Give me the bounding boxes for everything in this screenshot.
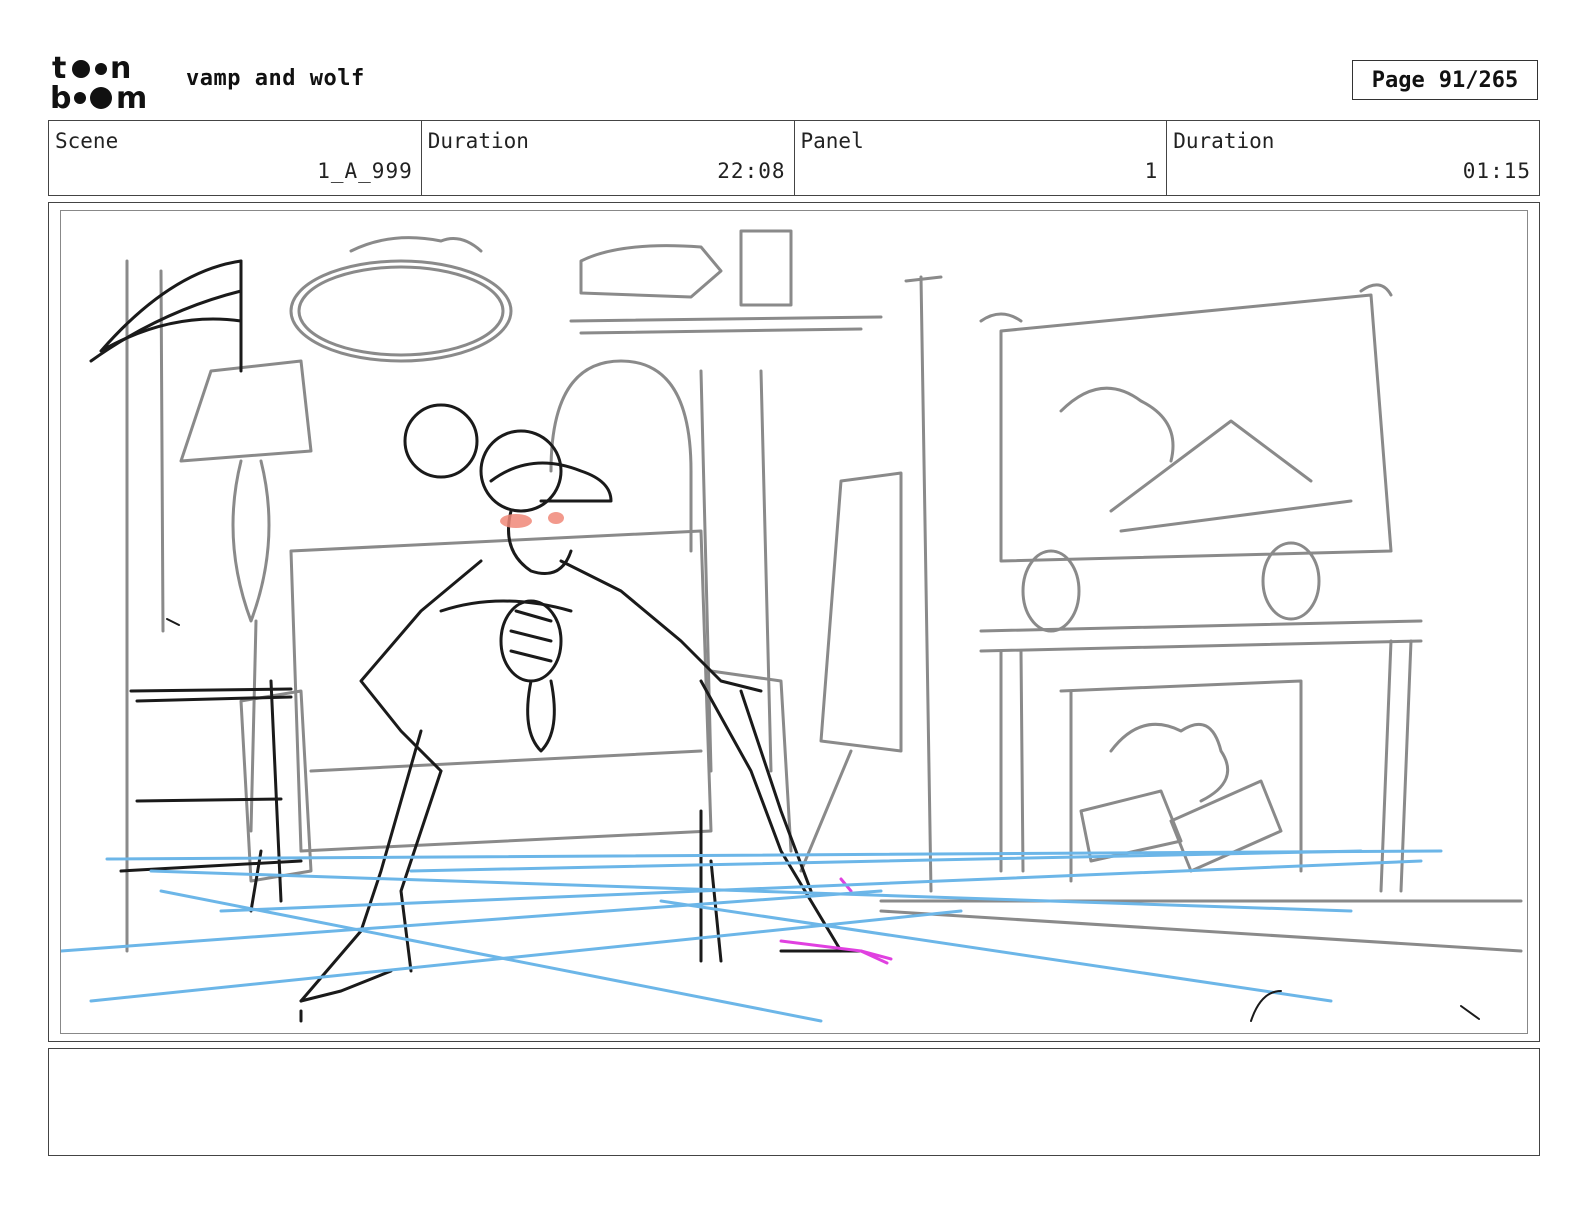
scene-value: 1_A_999 xyxy=(317,159,413,183)
panel-duration-label: Duration xyxy=(1173,129,1275,153)
scene-cell: Scene 1_A_999 xyxy=(49,121,422,195)
panel-notes xyxy=(48,1048,1540,1156)
svg-text:m: m xyxy=(116,81,147,112)
panel-duration-value: 01:15 xyxy=(1462,159,1531,183)
toonboom-logo: t n b m xyxy=(50,50,166,116)
panel-label: Panel xyxy=(800,129,864,153)
scene-duration-value: 22:08 xyxy=(717,159,786,183)
page-label: Page xyxy=(1371,67,1425,93)
scene-duration-label: Duration xyxy=(427,129,529,153)
page-indicator: Page 91/265 xyxy=(1352,60,1538,100)
panel-value: 1 xyxy=(1144,159,1159,183)
svg-text:b: b xyxy=(50,81,71,112)
scene-label: Scene xyxy=(55,129,119,153)
panel-duration-cell: Duration 01:15 xyxy=(1167,121,1539,195)
panel-cell: Panel 1 xyxy=(795,121,1168,195)
scene-info-table: Scene 1_A_999 Duration 22:08 Panel 1 Dur… xyxy=(48,120,1540,196)
page-value: 91/265 xyxy=(1438,67,1519,93)
storyboard-sketch-image xyxy=(60,210,1528,1034)
project-title: vamp and wolf xyxy=(186,66,365,91)
scene-duration-cell: Duration 22:08 xyxy=(422,121,795,195)
